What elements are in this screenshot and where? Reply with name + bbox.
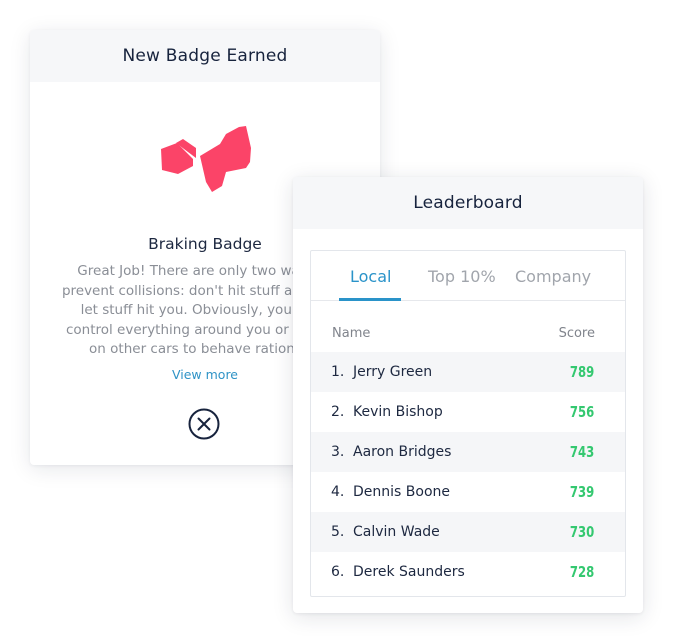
braking-badge-icon xyxy=(161,126,251,192)
table-row: 2. Kevin Bishop 756 xyxy=(311,392,625,432)
leaderboard-card: Leaderboard Local Top 10% Company Name S… xyxy=(293,177,643,613)
leaderboard-panel: Local Top 10% Company Name Score 1. Jerr… xyxy=(310,250,626,597)
close-button[interactable] xyxy=(188,408,220,440)
column-header-name: Name xyxy=(332,326,371,341)
table-row: 5. Calvin Wade 730 xyxy=(311,512,625,552)
row-score: 728 xyxy=(569,563,594,581)
row-name: Calvin Wade xyxy=(353,524,440,540)
row-score: 743 xyxy=(569,443,594,461)
tab-company[interactable]: Company xyxy=(515,267,591,286)
row-rank: 5. xyxy=(331,524,345,540)
close-circle-icon xyxy=(188,408,220,440)
active-tab-indicator xyxy=(339,298,401,301)
row-name: Derek Saunders xyxy=(353,564,465,580)
row-score: 756 xyxy=(569,403,594,421)
row-rank: 6. xyxy=(331,564,345,580)
row-score: 789 xyxy=(569,363,594,381)
badge-card-header: New Badge Earned xyxy=(30,30,380,82)
table-row: 6. Derek Saunders 728 xyxy=(311,552,625,592)
leaderboard-title: Leaderboard xyxy=(413,193,523,213)
table-row: 4. Dennis Boone 739 xyxy=(311,472,625,512)
badge-card-title: New Badge Earned xyxy=(122,46,288,66)
column-header-score: Score xyxy=(558,326,595,341)
leaderboard-header: Leaderboard xyxy=(293,177,643,229)
leaderboard-tabs: Local Top 10% Company xyxy=(311,251,625,301)
row-name: Kevin Bishop xyxy=(353,404,443,420)
row-name: Dennis Boone xyxy=(353,484,450,500)
row-score: 730 xyxy=(569,523,594,541)
tab-local[interactable]: Local xyxy=(350,267,391,286)
table-row: 1. Jerry Green 789 xyxy=(311,352,625,392)
row-rank: 2. xyxy=(331,404,345,420)
tab-top-10[interactable]: Top 10% xyxy=(428,267,496,286)
leaderboard-rows: 1. Jerry Green 789 2. Kevin Bishop 756 3… xyxy=(311,352,625,592)
row-rank: 3. xyxy=(331,444,345,460)
row-rank: 4. xyxy=(331,484,345,500)
row-score: 739 xyxy=(569,483,594,501)
table-row: 3. Aaron Bridges 743 xyxy=(311,432,625,472)
row-rank: 1. xyxy=(331,364,345,380)
row-name: Aaron Bridges xyxy=(353,444,452,460)
row-name: Jerry Green xyxy=(353,364,433,380)
